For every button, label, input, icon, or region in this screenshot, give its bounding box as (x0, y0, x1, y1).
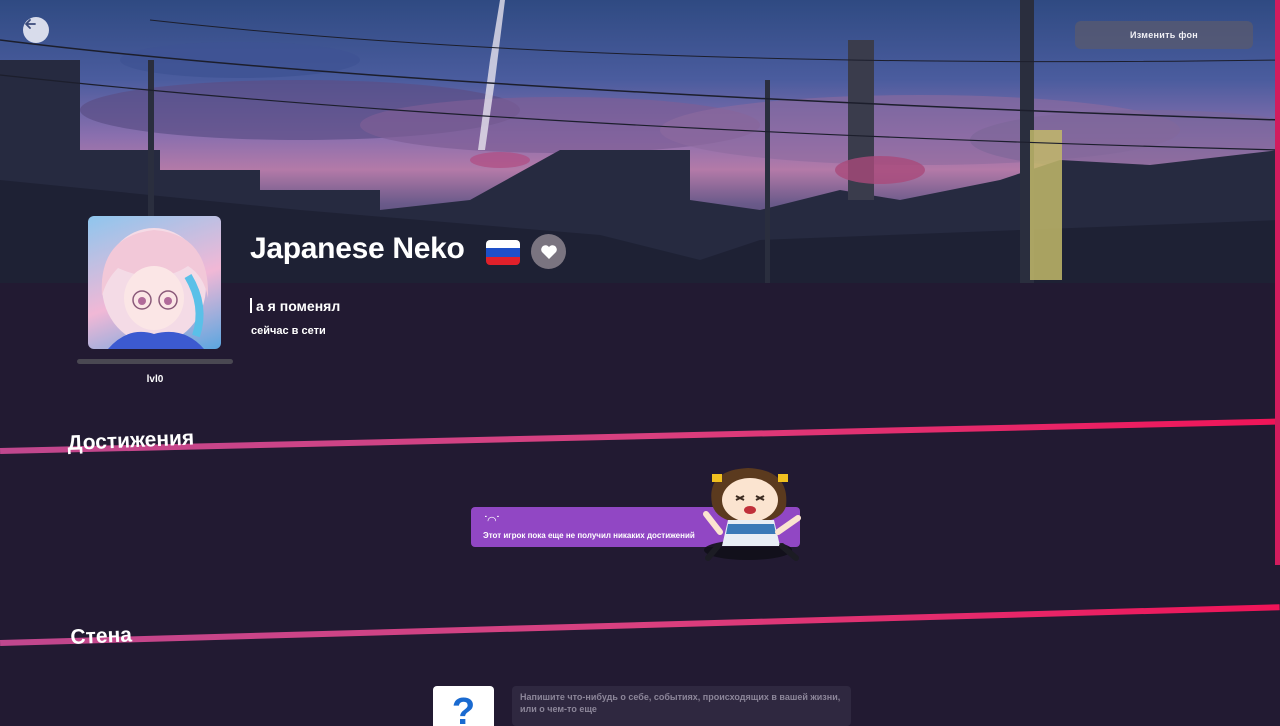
avatar[interactable] (88, 216, 221, 349)
level-label: lvl0 (146, 374, 164, 385)
question-mark-icon: ? (452, 691, 475, 726)
avatar-image (101, 228, 209, 349)
level-progress-bar (77, 359, 233, 364)
back-button[interactable] (23, 17, 49, 43)
arrow-left-icon (25, 19, 36, 29)
heart-icon (540, 244, 557, 259)
text-cursor (250, 298, 252, 313)
status-label: а я поменял (256, 298, 341, 314)
chibi-character-image (703, 468, 801, 561)
online-status: сейчас в сети (251, 325, 326, 337)
wall-divider (0, 604, 1280, 646)
wall-post-placeholder: Напишите что-нибудь о себе, событиях, пр… (520, 692, 841, 714)
status-text[interactable]: а я поменял (250, 298, 340, 314)
wall-title: Стена (69, 623, 133, 650)
achievements-empty-text: Этот игрок пока еще не получил никаких д… (483, 531, 695, 540)
wall-post-input[interactable]: Напишите что-нибудь о себе, событиях, пр… (512, 686, 851, 726)
wall-user-avatar: ? (433, 686, 494, 726)
page-scrollbar[interactable] (1275, 0, 1280, 565)
change-background-button[interactable]: Изменить фон (1075, 21, 1253, 49)
wall-avatar-glyph: ? (452, 691, 475, 726)
russia-flag-icon (486, 240, 520, 265)
favorite-button[interactable] (531, 234, 566, 269)
sad-face-icon: ˙◠˙ (484, 515, 500, 527)
username: Japanese Neko (250, 232, 465, 265)
achievements-title: Достижения (66, 426, 195, 456)
